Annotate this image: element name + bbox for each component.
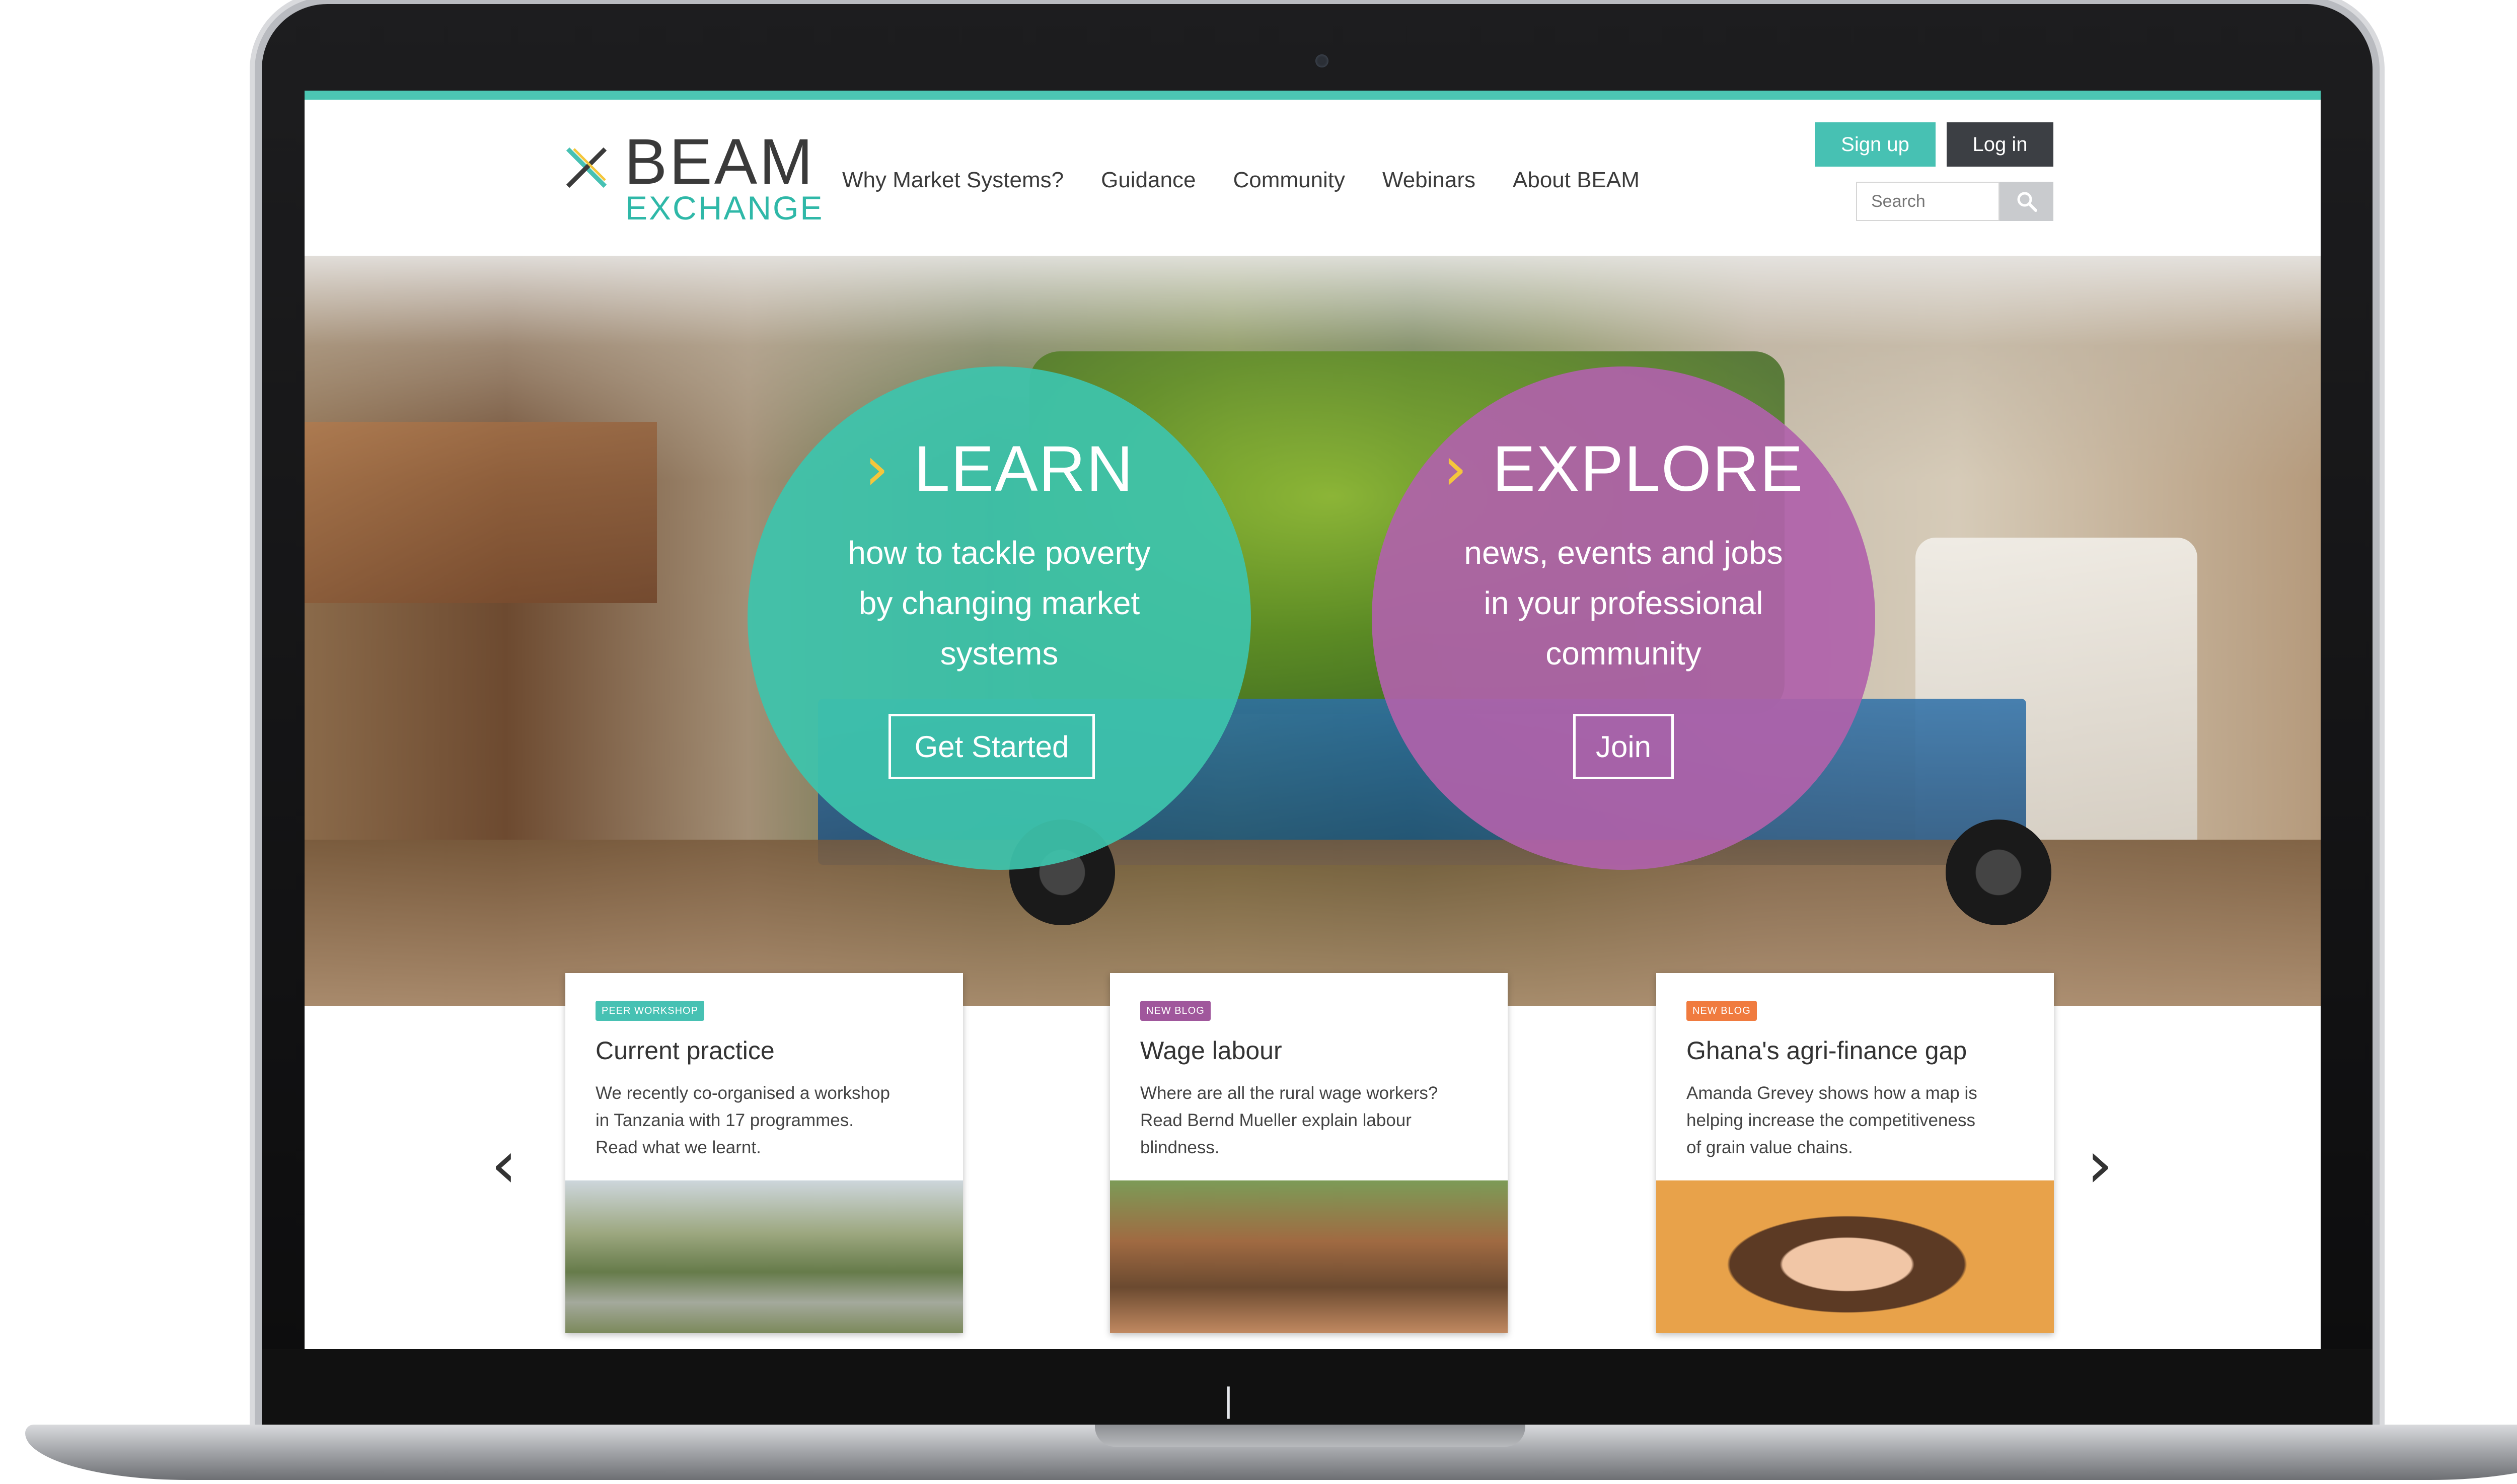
laptop-notch [1095, 1425, 1525, 1447]
beam-x-icon [566, 147, 607, 188]
learn-text-line: by changing market [858, 585, 1140, 621]
learn-text-line: systems [940, 635, 1059, 672]
site-header: BEAM EXCHANGE Why Market Systems? Guidan… [305, 100, 2321, 256]
chevron-right-icon: › [864, 434, 890, 504]
card-badge: NEW BLOG [1140, 1001, 1211, 1021]
news-card[interactable]: PEER WORKSHOP Current practice We recent… [565, 973, 963, 1333]
login-button[interactable]: Log in [1947, 122, 2053, 167]
hero-photo-wheel [1946, 820, 2051, 925]
signup-button[interactable]: Sign up [1815, 122, 1936, 167]
card-text: Where are all the rural wage workers? Re… [1140, 1080, 1483, 1161]
card-text-line: Where are all the rural wage workers? [1140, 1083, 1438, 1103]
card-image-city [565, 1180, 963, 1333]
news-card[interactable]: NEW BLOG Wage labour Where are all the r… [1110, 973, 1508, 1333]
search-button[interactable] [2000, 182, 2053, 221]
card-text-line: Amanda Grevey shows how a map is [1686, 1083, 1977, 1103]
card-text: We recently co-organised a workshop in T… [596, 1080, 938, 1161]
main-nav: Why Market Systems? Guidance Community W… [842, 168, 1640, 193]
news-card[interactable]: NEW BLOG Ghana's agri-finance gap Amanda… [1656, 973, 2054, 1333]
card-image-worker [1110, 1180, 1508, 1333]
card-title[interactable]: Current practice [596, 1036, 775, 1065]
text-cursor-icon: ▏ [1227, 1387, 1248, 1419]
learn-text: how to tackle poverty by changing market… [808, 528, 1191, 679]
explore-panel: › EXPLORE news, events and jobs in your … [1372, 366, 1875, 870]
chevron-right-icon[interactable]: › [2087, 1132, 2113, 1197]
card-title[interactable]: Ghana's agri-finance gap [1686, 1036, 1967, 1065]
nav-guidance[interactable]: Guidance [1101, 168, 1196, 193]
screen-bezel-bottom [262, 1349, 2373, 1425]
card-text-line: helping increase the competitiveness [1686, 1110, 1975, 1130]
card-text-line: We recently co-organised a workshop [596, 1083, 890, 1103]
browser-screen: BEAM EXCHANGE Why Market Systems? Guidan… [305, 91, 2321, 1349]
get-started-button[interactable]: Get Started [889, 714, 1095, 779]
logo-text-exchange: EXCHANGE [625, 189, 824, 227]
hero-photo-roof [305, 422, 657, 603]
nav-about-beam[interactable]: About BEAM [1513, 168, 1640, 193]
explore-heading-row: › EXPLORE [1372, 432, 1875, 506]
site-logo[interactable]: BEAM EXCHANGE [564, 130, 822, 226]
join-button[interactable]: Join [1573, 714, 1674, 779]
card-image-portrait [1656, 1180, 2054, 1333]
card-badge: PEER WORKSHOP [596, 1001, 704, 1021]
card-title[interactable]: Wage labour [1140, 1036, 1282, 1065]
learn-panel: › LEARN how to tackle poverty by changin… [748, 366, 1251, 870]
card-text-line: Read what we learnt. [596, 1138, 761, 1157]
explore-heading: EXPLORE [1492, 433, 1804, 505]
card-badge: NEW BLOG [1686, 1001, 1757, 1021]
explore-text-line: news, events and jobs [1464, 535, 1783, 571]
logo-text-beam: BEAM [624, 126, 815, 198]
search-input[interactable] [1856, 182, 2000, 221]
card-text: Amanda Grevey shows how a map is helping… [1686, 1080, 2029, 1161]
learn-heading: LEARN [914, 433, 1134, 505]
card-text-line: Read Bernd Mueller explain labour [1140, 1110, 1412, 1130]
card-text-line: blindness. [1140, 1138, 1220, 1157]
explore-text-line: in your professional [1484, 585, 1763, 621]
card-text-line: of grain value chains. [1686, 1138, 1853, 1157]
nav-why-market-systems[interactable]: Why Market Systems? [842, 168, 1064, 193]
learn-text-line: how to tackle poverty [848, 535, 1151, 571]
camera-icon [1315, 54, 1328, 67]
nav-community[interactable]: Community [1233, 168, 1345, 193]
card-text-line: in Tanzania with 17 programmes. [596, 1110, 854, 1130]
search-icon [2017, 192, 2037, 212]
hero-banner: › LEARN how to tackle poverty by changin… [305, 256, 2321, 1006]
learn-heading-row: › LEARN [748, 432, 1251, 506]
explore-text-line: community [1545, 635, 1701, 672]
nav-webinars[interactable]: Webinars [1382, 168, 1475, 193]
chevron-left-icon[interactable]: ‹ [491, 1132, 517, 1197]
chevron-right-icon: › [1443, 434, 1468, 504]
explore-text: news, events and jobs in your profession… [1432, 528, 1815, 679]
